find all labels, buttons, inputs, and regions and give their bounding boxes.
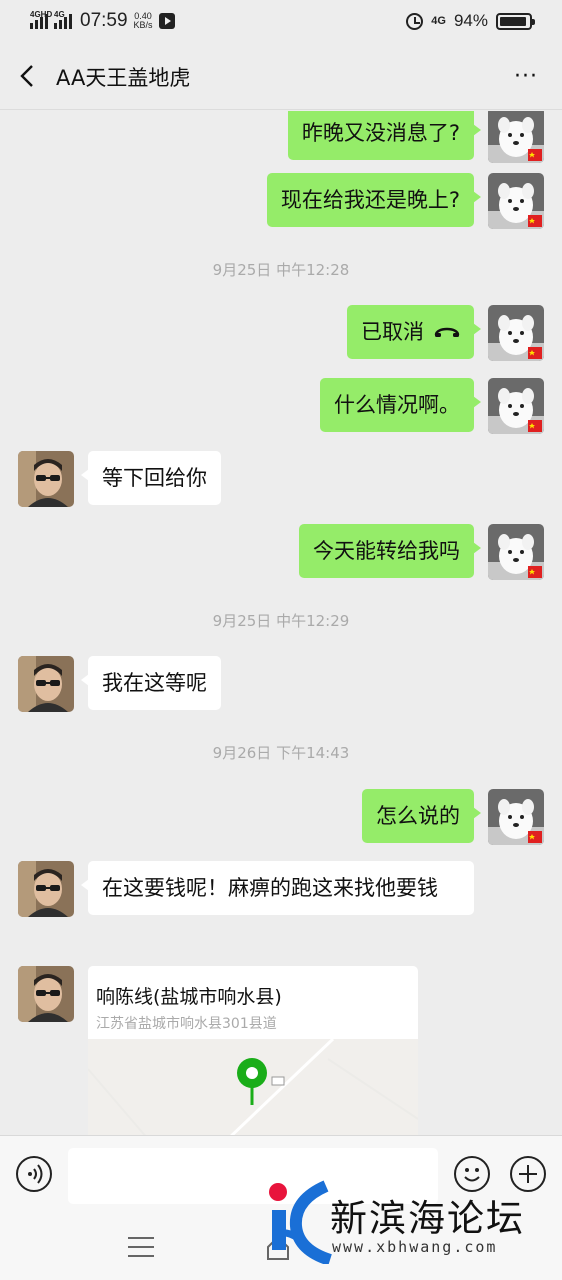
timestamp: 9月25日 中午12:29 bbox=[212, 612, 350, 630]
status-time: 07:59 bbox=[80, 10, 128, 31]
chat-area[interactable]: 昨晚又没消息了? 现在给我还是晚上? 9月25日 中午12:28 已取消 什么情… bbox=[0, 111, 562, 1135]
chevron-left-icon[interactable] bbox=[18, 64, 38, 88]
watermark-title: 新滨海论坛 bbox=[330, 1197, 525, 1240]
contact-avatar[interactable] bbox=[18, 656, 74, 712]
location-card[interactable]: 响陈线(盐城市响水县) 江苏省盐城市响水县301县道 bbox=[88, 966, 418, 1135]
signal-strength-icon: 4GHD bbox=[30, 10, 52, 29]
timestamp: 9月26日 下午14:43 bbox=[212, 744, 350, 762]
contact-message-bubble[interactable]: 我在这等呢 bbox=[81, 656, 221, 710]
timestamp: 9月25日 中午12:28 bbox=[212, 261, 350, 279]
my-message-bubble[interactable]: 什么情况啊。 bbox=[320, 378, 481, 432]
chat-title: AA天王盖地虎 bbox=[56, 66, 191, 90]
location-map bbox=[88, 1037, 418, 1135]
alarm-icon bbox=[406, 12, 424, 30]
network-type: 4G bbox=[431, 15, 446, 27]
contact-avatar[interactable] bbox=[18, 966, 74, 1022]
battery-percent: 94% bbox=[453, 11, 488, 30]
map-pin-icon bbox=[237, 1058, 267, 1105]
my-avatar[interactable] bbox=[488, 789, 544, 845]
chat-header: AA天王盖地虎 ··· bbox=[0, 44, 562, 110]
location-address: 江苏省盐城市响水县301县道 bbox=[96, 1016, 277, 1032]
contact-avatar[interactable] bbox=[18, 451, 74, 507]
my-avatar[interactable] bbox=[488, 111, 544, 163]
contact-message-bubble[interactable]: 等下回给你 bbox=[81, 451, 221, 505]
speed-unit: KB/s bbox=[133, 20, 153, 30]
my-message-bubble[interactable]: 昨晚又没消息了? bbox=[287, 111, 482, 160]
network-speed: 0.40 KB/s bbox=[134, 12, 153, 30]
forum-logo bbox=[269, 1180, 332, 1264]
signal-strength-icon-2: 4G bbox=[54, 10, 72, 29]
battery-icon bbox=[496, 12, 535, 30]
emoji-icon[interactable] bbox=[454, 1156, 490, 1192]
call-cancelled-bubble[interactable]: 已取消 bbox=[347, 305, 481, 359]
plus-icon[interactable] bbox=[510, 1156, 546, 1192]
voice-icon[interactable] bbox=[16, 1156, 52, 1192]
my-avatar[interactable] bbox=[488, 173, 544, 229]
my-avatar[interactable] bbox=[488, 305, 544, 361]
contact-avatar[interactable] bbox=[18, 861, 74, 917]
watermark-url: www.xbhwang.com bbox=[332, 1238, 498, 1256]
my-message-bubble[interactable]: 怎么说的 bbox=[362, 789, 481, 843]
media-play-icon bbox=[158, 13, 175, 29]
more-options-icon[interactable]: ··· bbox=[514, 64, 538, 89]
signal2-label: 4G bbox=[54, 9, 65, 19]
location-name: 响陈线(盐城市响水县) bbox=[96, 986, 282, 1008]
contact-message-bubble[interactable]: 在这要钱呢！麻痹的跑这来找他要钱 bbox=[81, 861, 474, 915]
signal1-label: 4GHD bbox=[30, 9, 53, 19]
my-avatar[interactable] bbox=[488, 524, 544, 580]
my-avatar[interactable] bbox=[488, 378, 544, 434]
hangup-icon bbox=[434, 327, 460, 337]
call-status-text: 已取消 bbox=[361, 320, 424, 344]
status-bar: 4GHD 4G 07:59 0.40 KB/s 4G 94% bbox=[0, 0, 562, 44]
my-message-bubble[interactable]: 现在给我还是晚上? bbox=[266, 173, 482, 227]
menu-icon[interactable] bbox=[128, 1237, 154, 1257]
my-message-bubble[interactable]: 今天能转给我吗 bbox=[299, 524, 481, 578]
